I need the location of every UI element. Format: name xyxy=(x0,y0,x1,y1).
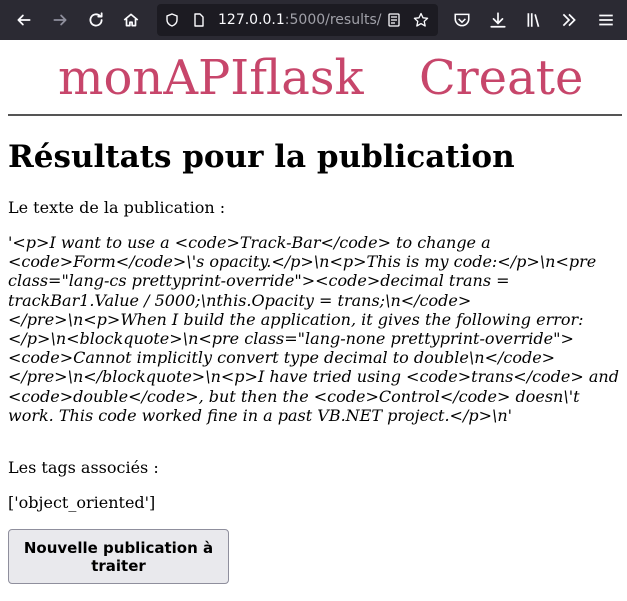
tags-label: Les tags associés : xyxy=(8,458,159,477)
browser-toolbar: 127.0.0.1:5000/results/ xyxy=(0,0,627,40)
pocket-icon[interactable] xyxy=(448,6,476,34)
publication-text: '<p>I want to use a <code>Track-Bar</cod… xyxy=(8,233,619,425)
forward-arrow-icon[interactable] xyxy=(46,6,74,34)
back-arrow-icon[interactable] xyxy=(10,6,38,34)
library-icon[interactable] xyxy=(520,6,548,34)
reader-view-icon[interactable] xyxy=(385,11,403,29)
site-header: monAPIflask Create xyxy=(8,40,622,116)
page-title: Résultats pour la publication xyxy=(8,139,515,175)
page-icon[interactable] xyxy=(190,11,208,29)
shield-icon[interactable] xyxy=(163,11,181,29)
publication-text-label: Le texte de la publication : xyxy=(8,198,226,217)
tags-value: ['object_oriented'] xyxy=(8,493,156,512)
next-publication-button[interactable]: Nouvelle publication à traiter xyxy=(8,529,229,584)
create-link[interactable]: Create xyxy=(419,50,583,106)
url-text[interactable]: 127.0.0.1:5000/results/ xyxy=(218,12,381,28)
overflow-chevrons-icon[interactable] xyxy=(555,6,583,34)
reload-icon[interactable] xyxy=(82,6,110,34)
home-icon[interactable] xyxy=(117,6,145,34)
menu-icon[interactable] xyxy=(592,6,620,34)
download-icon[interactable] xyxy=(484,6,512,34)
url-bar[interactable]: 127.0.0.1:5000/results/ xyxy=(157,4,438,36)
bookmark-star-icon[interactable] xyxy=(412,11,430,29)
brand-link[interactable]: monAPIflask xyxy=(58,50,364,106)
